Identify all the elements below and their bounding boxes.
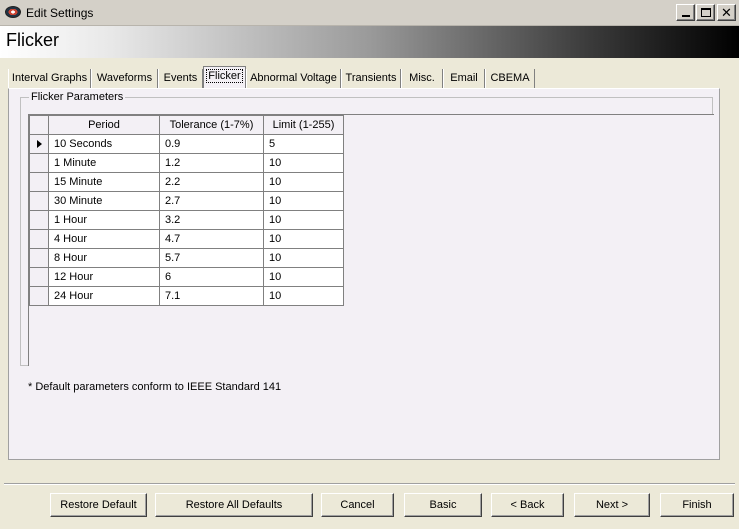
group-label: Flicker Parameters [29,91,126,103]
tab-label: Email [450,72,478,84]
tolerance-cell[interactable]: 0.9 [159,134,264,154]
limit-cell[interactable]: 10 [263,248,344,268]
flicker-tab-panel: Flicker Parameters Period Tolerance (1-7… [8,88,720,460]
maximize-icon [700,8,711,17]
table-row[interactable]: 1 Minute 1.2 10 [29,153,344,173]
tolerance-cell[interactable]: 5.7 [159,248,264,268]
limit-cell[interactable]: 10 [263,286,344,306]
page-banner: Flicker [0,26,739,58]
limit-cell[interactable]: 10 [263,172,344,192]
tab-label: Abnormal Voltage [250,72,337,84]
flicker-grid[interactable]: Period Tolerance (1-7%) Limit (1-255) 10… [28,114,714,366]
row-selector[interactable] [29,172,49,192]
column-header-limit[interactable]: Limit (1-255) [263,115,344,135]
limit-cell[interactable]: 10 [263,210,344,230]
period-cell[interactable]: 24 Hour [48,286,160,306]
tab-email[interactable]: Email [443,69,485,88]
table-row[interactable]: 8 Hour 5.7 10 [29,248,344,268]
tab-label: Flicker [206,69,243,83]
cancel-button[interactable]: Cancel [321,493,394,517]
period-cell[interactable]: 30 Minute [48,191,160,211]
page-title: Flicker [6,30,59,50]
period-cell[interactable]: 4 Hour [48,229,160,249]
current-row-arrow-icon [36,140,42,149]
table-row[interactable]: 4 Hour 4.7 10 [29,229,344,249]
tab-label: CBEMA [490,72,530,84]
column-header-period[interactable]: Period [48,115,160,135]
limit-cell[interactable]: 5 [263,134,344,154]
row-selector[interactable] [29,267,49,287]
close-icon: ✕ [721,5,732,20]
title-bar: Edit Settings ✕ [0,0,739,26]
row-selector[interactable] [29,191,49,211]
limit-cell[interactable]: 10 [263,191,344,211]
tab-misc[interactable]: Misc. [401,69,443,88]
row-selector[interactable] [29,153,49,173]
flicker-parameters-group: Flicker Parameters Period Tolerance (1-7… [20,91,714,366]
tolerance-cell[interactable]: 7.1 [159,286,264,306]
next-button[interactable]: Next > [574,493,650,517]
table-row[interactable]: 12 Hour 6 10 [29,267,344,287]
minimize-button[interactable] [676,4,695,21]
ieee-footnote: * Default parameters conform to IEEE Sta… [28,381,282,393]
table-row[interactable]: 1 Hour 3.2 10 [29,210,344,230]
button-separator [4,483,735,485]
tab-cbema[interactable]: CBEMA [485,69,535,88]
period-cell[interactable]: 10 Seconds [48,134,160,154]
tolerance-cell[interactable]: 1.2 [159,153,264,173]
table-row[interactable]: 30 Minute 2.7 10 [29,191,344,211]
period-cell[interactable]: 15 Minute [48,172,160,192]
tab-waveforms[interactable]: Waveforms [91,69,158,88]
table-row[interactable]: 24 Hour 7.1 10 [29,286,344,306]
row-selector[interactable] [29,134,49,154]
tab-label: Misc. [409,72,435,84]
period-cell[interactable]: 1 Hour [48,210,160,230]
tab-interval-graphs[interactable]: Interval Graphs [8,69,91,88]
restore-default-button[interactable]: Restore Default [50,493,147,517]
tab-label: Interval Graphs [11,72,88,84]
tolerance-cell[interactable]: 2.2 [159,172,264,192]
row-selector[interactable] [29,286,49,306]
tolerance-cell[interactable]: 2.7 [159,191,264,211]
restore-all-defaults-button[interactable]: Restore All Defaults [155,493,313,517]
row-selector[interactable] [29,229,49,249]
tab-label: Transients [345,72,397,84]
tab-abnormal-voltage[interactable]: Abnormal Voltage [246,69,341,88]
tolerance-cell[interactable]: 4.7 [159,229,264,249]
table-row[interactable]: 15 Minute 2.2 10 [29,172,344,192]
tab-transients[interactable]: Transients [341,69,401,88]
period-cell[interactable]: 12 Hour [48,267,160,287]
column-header-tolerance[interactable]: Tolerance (1-7%) [159,115,264,135]
flicker-table: Period Tolerance (1-7%) Limit (1-255) 10… [29,115,344,306]
window-title: Edit Settings [26,6,94,20]
basic-button[interactable]: Basic [404,493,482,517]
close-button[interactable]: ✕ [717,4,736,21]
header-row: Period Tolerance (1-7%) Limit (1-255) [29,115,344,135]
table-row[interactable]: 10 Seconds 0.9 5 [29,134,344,154]
tolerance-cell[interactable]: 6 [159,267,264,287]
limit-cell[interactable]: 10 [263,267,344,287]
period-cell[interactable]: 8 Hour [48,248,160,268]
maximize-button[interactable] [696,4,715,21]
row-selector[interactable] [29,248,49,268]
tab-label: Waveforms [96,72,153,84]
tab-flicker[interactable]: Flicker [203,66,246,88]
finish-button[interactable]: Finish [660,493,734,517]
corner-cell [29,115,49,135]
tab-label: Events [163,72,198,84]
row-selector[interactable] [29,210,49,230]
back-button[interactable]: < Back [491,493,564,517]
minimize-icon [681,15,690,17]
period-cell[interactable]: 1 Minute [48,153,160,173]
tolerance-cell[interactable]: 3.2 [159,210,264,230]
limit-cell[interactable]: 10 [263,153,344,173]
tab-events[interactable]: Events [158,69,203,88]
limit-cell[interactable]: 10 [263,229,344,249]
app-icon[interactable] [5,6,21,18]
